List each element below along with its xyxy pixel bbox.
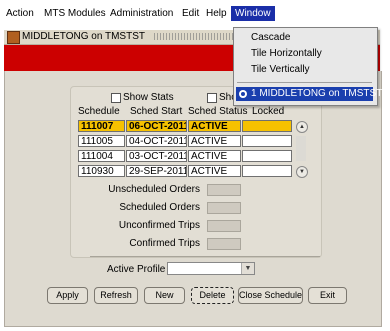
menu-mts-modules[interactable]: MTS Modules	[44, 8, 106, 19]
scroll-down-icon[interactable]: ▼	[296, 166, 308, 178]
close-schedule-button[interactable]: Close Schedule	[238, 287, 303, 304]
radio-selected-icon	[239, 90, 247, 98]
app-icon	[7, 31, 20, 44]
apply-button[interactable]: Apply	[47, 287, 88, 304]
header-locked: Locked	[252, 106, 285, 117]
header-sched-status: Sched Status	[188, 106, 248, 117]
window-menu-dropdown: Cascade Tile Horizontally Tile Verticall…	[233, 27, 382, 106]
exit-button[interactable]: Exit	[308, 287, 347, 304]
sched-start-cell[interactable]: 04-OCT-2011	[126, 135, 187, 147]
second-option-checkbox[interactable]	[207, 93, 217, 103]
sched-status-cell[interactable]: ACTIVE	[188, 165, 241, 177]
sched-status-cell[interactable]: ACTIVE	[188, 150, 241, 162]
locked-cell[interactable]	[242, 135, 292, 147]
show-stats-label: Show Stats	[123, 92, 174, 103]
divider	[90, 256, 320, 257]
menu-separator	[237, 82, 372, 83]
sched-start-cell[interactable]: 03-OCT-2011	[126, 150, 187, 162]
window-title: MIDDLETONG on TMSTST	[22, 31, 145, 42]
scheduled-orders-field	[207, 202, 241, 214]
menu-window-1[interactable]: 1 MIDDLETONG on TMSTST	[236, 87, 382, 101]
confirmed-trips-field	[207, 238, 241, 250]
locked-cell[interactable]	[242, 150, 292, 162]
menu-help[interactable]: Help	[206, 8, 227, 19]
menu-cascade[interactable]: Cascade	[251, 32, 290, 43]
scheduled-orders-label: Scheduled Orders	[119, 202, 200, 213]
header-sched-start: Sched Start	[130, 106, 183, 117]
schedule-cell[interactable]: 111007	[78, 120, 125, 132]
schedule-cell[interactable]: 110930	[78, 165, 125, 177]
menu-bar: Action MTS Modules Administration Edit H…	[0, 0, 390, 26]
schedule-cell[interactable]: 111004	[78, 150, 125, 162]
show-stats-checkbox[interactable]	[111, 93, 121, 103]
refresh-button[interactable]: Refresh	[94, 287, 138, 304]
schedule-cell[interactable]: 111005	[78, 135, 125, 147]
new-button[interactable]: New	[144, 287, 185, 304]
active-profile-label: Active Profile	[107, 264, 166, 275]
delete-button[interactable]: Delete	[191, 287, 234, 304]
confirmed-trips-label: Confirmed Trips	[129, 238, 200, 249]
menu-window[interactable]: Window	[231, 6, 275, 21]
menu-administration[interactable]: Administration	[110, 8, 173, 19]
locked-cell[interactable]	[242, 120, 292, 132]
locked-cell[interactable]	[242, 165, 292, 177]
menu-tile-horizontally[interactable]: Tile Horizontally	[251, 48, 322, 59]
sched-status-cell[interactable]: ACTIVE	[188, 135, 241, 147]
header-schedule: Schedule	[78, 106, 120, 117]
menu-tile-vertically[interactable]: Tile Vertically	[251, 64, 310, 75]
scrollbar-track[interactable]	[296, 136, 306, 161]
menu-edit[interactable]: Edit	[182, 8, 199, 19]
unscheduled-orders-label: Unscheduled Orders	[108, 184, 200, 195]
menu-window-1-label: 1 MIDDLETONG on TMSTST	[251, 88, 383, 99]
chevron-down-icon[interactable]: ▼	[241, 263, 254, 274]
menu-action[interactable]: Action	[6, 8, 34, 19]
sched-start-cell[interactable]: 29-SEP-2011	[126, 165, 187, 177]
sched-start-cell[interactable]: 06-OCT-2011	[126, 120, 187, 132]
active-profile-select[interactable]: ▼	[167, 262, 255, 275]
unscheduled-orders-field	[207, 184, 241, 196]
unconfirmed-trips-field	[207, 220, 241, 232]
titlebar-grip	[154, 33, 234, 40]
scroll-up-icon[interactable]: ▲	[296, 121, 308, 133]
sched-status-cell[interactable]: ACTIVE	[188, 120, 241, 132]
unconfirmed-trips-label: Unconfirmed Trips	[118, 220, 200, 231]
